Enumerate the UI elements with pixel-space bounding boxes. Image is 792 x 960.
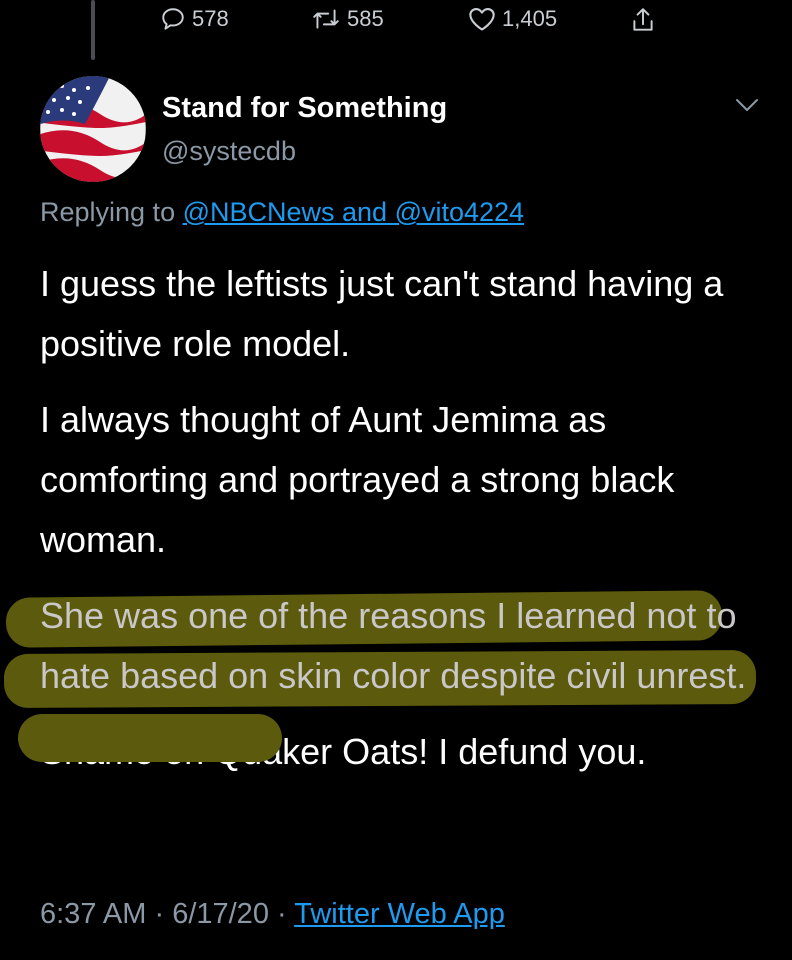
retweet-icon — [311, 6, 341, 32]
reply-button[interactable]: 578 — [160, 6, 229, 32]
heart-icon — [468, 6, 496, 32]
retweet-button[interactable]: 585 — [311, 6, 384, 32]
tweet-text: I guess the leftists just can't stand ha… — [3, 254, 760, 798]
author-handle[interactable]: @systecdb — [162, 136, 296, 167]
like-button[interactable]: 1,405 — [468, 6, 557, 32]
share-button[interactable] — [630, 6, 656, 34]
avatar[interactable] — [40, 76, 146, 182]
chevron-down-icon — [734, 99, 760, 118]
replying-to-label: Replying to — [40, 197, 183, 227]
tweet-date[interactable]: 6/17/20 — [172, 898, 269, 930]
tweet-paragraph-3: She was one of the reasons I learned not… — [40, 595, 747, 696]
share-icon — [630, 6, 656, 34]
more-options-button[interactable] — [734, 96, 760, 119]
tweet-metadata: 6:37 AM · 6/17/20 · Twitter Web App — [40, 898, 505, 931]
meta-separator: · — [146, 898, 173, 930]
author-name[interactable]: Stand for Something — [162, 92, 447, 125]
source-app-link[interactable]: Twitter Web App — [294, 898, 505, 930]
tweet-paragraph-1: I guess the leftists just can't stand ha… — [40, 263, 724, 364]
reply-count: 578 — [192, 6, 229, 31]
reply-icon — [160, 6, 186, 32]
tweet-time[interactable]: 6:37 AM — [40, 898, 146, 930]
tweet-paragraph-2: I always thought of Aunt Jemima as comfo… — [40, 399, 675, 560]
tweet-action-bar: 578 585 1,405 — [0, 0, 792, 40]
meta-separator: · — [268, 898, 295, 930]
highlight-stroke-3 — [18, 714, 282, 762]
reply-mentions-link[interactable]: @NBCNews and @vito4224 — [183, 197, 524, 227]
replying-to-line: Replying to @NBCNews and @vito4224 — [40, 197, 524, 228]
flag-avatar-image — [40, 76, 146, 182]
like-count: 1,405 — [502, 6, 558, 31]
retweet-count: 585 — [347, 6, 384, 31]
highlighted-paragraph: She was one of the reasons I learned not… — [3, 586, 760, 762]
